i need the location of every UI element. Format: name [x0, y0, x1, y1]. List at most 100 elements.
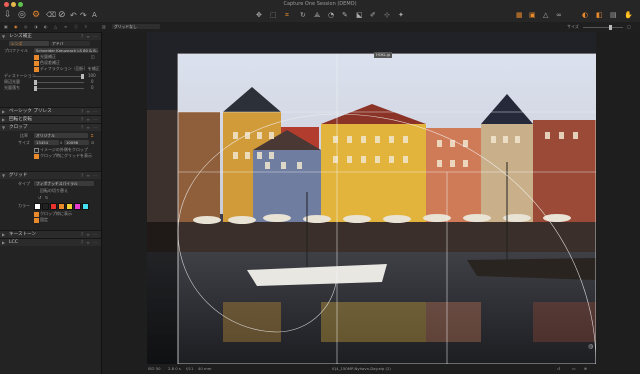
focus-icon[interactable]: ◐ — [582, 10, 588, 21]
annotation-tool-icon[interactable]: ✦ — [398, 10, 404, 21]
grid-type-select[interactable]: フィボナッチスパイラル — [34, 181, 94, 186]
section-options-icon[interactable]: ? ≡ ⋯ — [81, 124, 98, 131]
lens-correction-header[interactable]: ▼ レンズ補正 ? ≡ ⋯ — [0, 32, 101, 40]
fixed-checkbox[interactable] — [34, 218, 39, 223]
crop-title: クロップ — [9, 125, 28, 130]
import-icon[interactable]: ⇩ — [4, 10, 12, 21]
gradient-tool-icon[interactable]: ⬕ — [356, 10, 363, 21]
expand-arrow-icon[interactable]: ▶ — [2, 108, 5, 115]
grid-view-icon[interactable]: ▦ — [516, 10, 523, 21]
details-tab-icon[interactable]: △ — [54, 24, 57, 29]
tab-advanced[interactable]: アドバ — [50, 41, 90, 46]
section-options-icon[interactable]: ? ≡ ⋯ — [81, 116, 98, 123]
sharpness-falloff-value[interactable]: 0 — [91, 79, 94, 84]
view-mode-icon[interactable]: ▭ — [572, 364, 576, 374]
thumbnail-icon[interactable]: ▢ — [627, 24, 631, 29]
expand-arrow-icon[interactable]: ▶ — [2, 239, 5, 246]
output-tab-icon[interactable]: ⇪ — [84, 24, 87, 29]
color-tab-icon[interactable]: ◑ — [34, 24, 38, 29]
grid-color-swatch[interactable] — [42, 203, 49, 210]
exposure-tab-icon[interactable]: ◐ — [44, 24, 48, 29]
keystone-header[interactable]: ▶ キーストーン ? ≡ ⋯ — [0, 230, 101, 238]
lens-info-icon[interactable]: ◫ — [91, 54, 95, 59]
sharpness-falloff-slider[interactable] — [34, 80, 84, 85]
rotate-left-icon[interactable]: ↺ — [38, 195, 41, 200]
capture-tab-icon[interactable]: ◉ — [14, 24, 18, 29]
rotate-tool-icon[interactable]: ↻ — [300, 10, 306, 21]
diffraction-checkbox[interactable] — [34, 67, 39, 72]
size-slider[interactable] — [583, 25, 623, 30]
photo-canvas[interactable] — [147, 32, 596, 364]
crop-tool-icon[interactable]: ⌗ — [91, 133, 93, 138]
glasses-icon[interactable]: ∞ — [556, 10, 562, 21]
light-falloff-value[interactable]: 0 — [91, 85, 94, 90]
brush-tool-icon[interactable]: ✎ — [342, 10, 348, 21]
crop-outline-checkbox[interactable] — [34, 212, 39, 217]
crop-header[interactable]: ▼ クロップ ? ≡ ⋯ — [0, 123, 101, 131]
white-balance-tool-icon[interactable]: ⊹ — [384, 10, 390, 21]
section-options-icon[interactable]: ? ≡ ⋯ — [81, 172, 98, 179]
text-tool-icon[interactable]: A — [92, 10, 97, 21]
grid-color-swatch[interactable] — [74, 203, 81, 210]
viewer-toggle-icon[interactable]: ▥ — [102, 24, 106, 29]
section-options-icon[interactable]: ? ≡ ⋯ — [81, 33, 98, 40]
collapse-arrow-icon[interactable]: ▼ — [2, 172, 5, 179]
stop-icon[interactable]: ⊘ — [58, 10, 66, 21]
undo-icon[interactable]: ↶ — [70, 10, 77, 21]
light-falloff-slider[interactable] — [34, 86, 84, 91]
profile-select[interactable]: Schneider Kreuznach LS 80 & 8… — [34, 48, 98, 53]
lcc-header[interactable]: ▶ LCC ? ≡ ⋯ — [0, 238, 101, 246]
crop-width-input[interactable]: 13454 — [34, 140, 59, 145]
pan-tool-icon[interactable]: ✥ — [256, 10, 262, 21]
section-options-icon[interactable]: ? ≡ ⋯ — [81, 231, 98, 238]
distortion-value[interactable]: 100 — [88, 73, 96, 78]
reset-icon[interactable]: ↺ — [557, 364, 560, 374]
crop-tool-icon[interactable]: ⌗ — [285, 10, 289, 21]
grid-color-swatch[interactable] — [82, 203, 89, 210]
base-characteristics-header[interactable]: ▶ ベーシック プリレス ? ≡ ⋯ — [0, 107, 101, 115]
expand-arrow-icon[interactable]: ▶ — [2, 231, 5, 238]
grid-color-swatch[interactable] — [66, 203, 73, 210]
overlay-view-icon[interactable]: ▣ — [529, 10, 536, 21]
picker-tool-icon[interactable]: ✐ — [370, 10, 376, 21]
zoom-icon[interactable]: ⊕ — [584, 364, 587, 374]
multi-view-icon[interactable]: ▤ — [610, 10, 617, 21]
rotate-right-icon[interactable]: ↻ — [45, 195, 48, 200]
capture-icon[interactable]: ◎ — [18, 10, 26, 21]
expand-arrow-icon[interactable]: ▶ — [2, 116, 5, 123]
grid-select[interactable]: グリッドなし — [112, 24, 160, 29]
ratio-select[interactable]: オリジナル — [34, 133, 88, 138]
keystone-tool-icon[interactable]: ⟁ — [314, 10, 320, 21]
lens-tab-icon[interactable]: ◎ — [24, 24, 28, 29]
section-options-icon[interactable]: ? ≡ ⋯ — [81, 239, 98, 246]
grid-color-swatch[interactable] — [34, 203, 41, 210]
metadata-tab-icon[interactable]: ⓘ — [74, 24, 78, 29]
crop-outside-checkbox[interactable] — [34, 148, 39, 153]
image-viewer[interactable]: HOKL.jp ◍ — [102, 32, 640, 374]
grid-color-swatch[interactable] — [50, 203, 57, 210]
redo-icon[interactable]: ↷ — [80, 10, 87, 21]
select-tool-icon[interactable]: ⬚ — [270, 10, 277, 21]
warning-icon[interactable]: △ — [543, 10, 548, 21]
rotation-header[interactable]: ▶ 回転と反転 ? ≡ ⋯ — [0, 115, 101, 123]
spot-tool-icon[interactable]: ◔ — [328, 10, 334, 21]
process-icon[interactable]: ⚙ — [32, 10, 40, 21]
info-icon[interactable]: ◍ — [588, 343, 593, 350]
grid-color-swatch[interactable] — [58, 203, 65, 210]
hand-icon[interactable]: ✋ — [624, 10, 633, 21]
delete-icon[interactable]: ⌫ — [46, 10, 56, 21]
compare-icon[interactable]: ◧ — [596, 10, 603, 21]
adjustments-tab-icon[interactable]: ≡ — [64, 24, 67, 29]
chromatic-checkbox[interactable] — [34, 61, 39, 66]
light-falloff-checkbox[interactable] — [34, 55, 39, 60]
collapse-arrow-icon[interactable]: ▼ — [2, 33, 5, 40]
tab-lens[interactable]: レンズ — [9, 41, 49, 46]
grid-header[interactable]: ▼ グリッド ? ≡ ⋯ — [0, 171, 101, 179]
library-tab-icon[interactable]: ▣ — [4, 24, 8, 29]
section-options-icon[interactable]: ? ≡ ⋯ — [81, 108, 98, 115]
collapse-arrow-icon[interactable]: ▼ — [2, 124, 5, 131]
crop-grid-checkbox[interactable] — [34, 154, 39, 159]
lock-aspect-icon[interactable]: ⊡ — [91, 140, 94, 145]
crop-height-input[interactable]: 10096 — [64, 140, 89, 145]
distortion-slider[interactable] — [34, 74, 84, 79]
